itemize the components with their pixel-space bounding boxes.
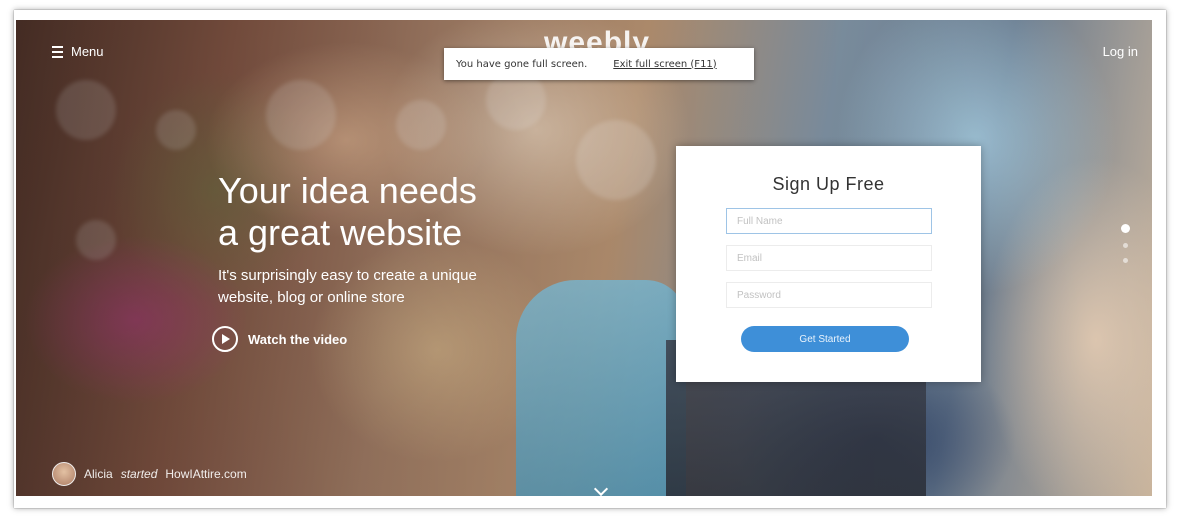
login-link[interactable]: Log in xyxy=(1103,44,1138,59)
hamburger-icon xyxy=(52,45,63,58)
hero-subheading: It's surprisingly easy to create a uniqu… xyxy=(218,267,477,306)
carousel-indicators xyxy=(1121,224,1130,263)
watch-video-label: Watch the video xyxy=(248,331,348,347)
site-attribution: Alicia started HowIAttire.com xyxy=(52,462,247,486)
carousel-dot-1[interactable] xyxy=(1121,224,1130,233)
fullscreen-message: You have gone full screen. xyxy=(456,58,588,70)
avatar xyxy=(52,462,76,486)
email-field[interactable] xyxy=(726,245,932,271)
carousel-dot-3[interactable] xyxy=(1123,258,1128,263)
full-name-field[interactable] xyxy=(726,208,932,234)
signup-card: Sign Up Free Get Started xyxy=(676,146,981,382)
carousel-dot-2[interactable] xyxy=(1123,243,1128,248)
fullscreen-notice: You have gone full screen. Exit full scr… xyxy=(444,48,754,80)
attribution-verb: started xyxy=(120,467,158,481)
watch-video-button[interactable]: Watch the video xyxy=(212,326,347,352)
password-field[interactable] xyxy=(726,282,932,308)
menu-button[interactable]: Menu xyxy=(52,44,104,59)
attribution-site[interactable]: HowIAttire.com xyxy=(165,467,246,481)
menu-label: Menu xyxy=(71,44,104,59)
get-started-button[interactable]: Get Started xyxy=(741,326,909,352)
play-icon xyxy=(212,326,238,352)
attribution-name: Alicia xyxy=(84,467,113,481)
hero-section: Menu weebly Log in Your idea needs a gre… xyxy=(16,20,1152,496)
signup-title: Sign Up Free xyxy=(772,174,885,194)
exit-fullscreen-link[interactable]: Exit full screen (F11) xyxy=(613,59,716,70)
hero-headline: Your idea needs a great website xyxy=(218,170,477,253)
